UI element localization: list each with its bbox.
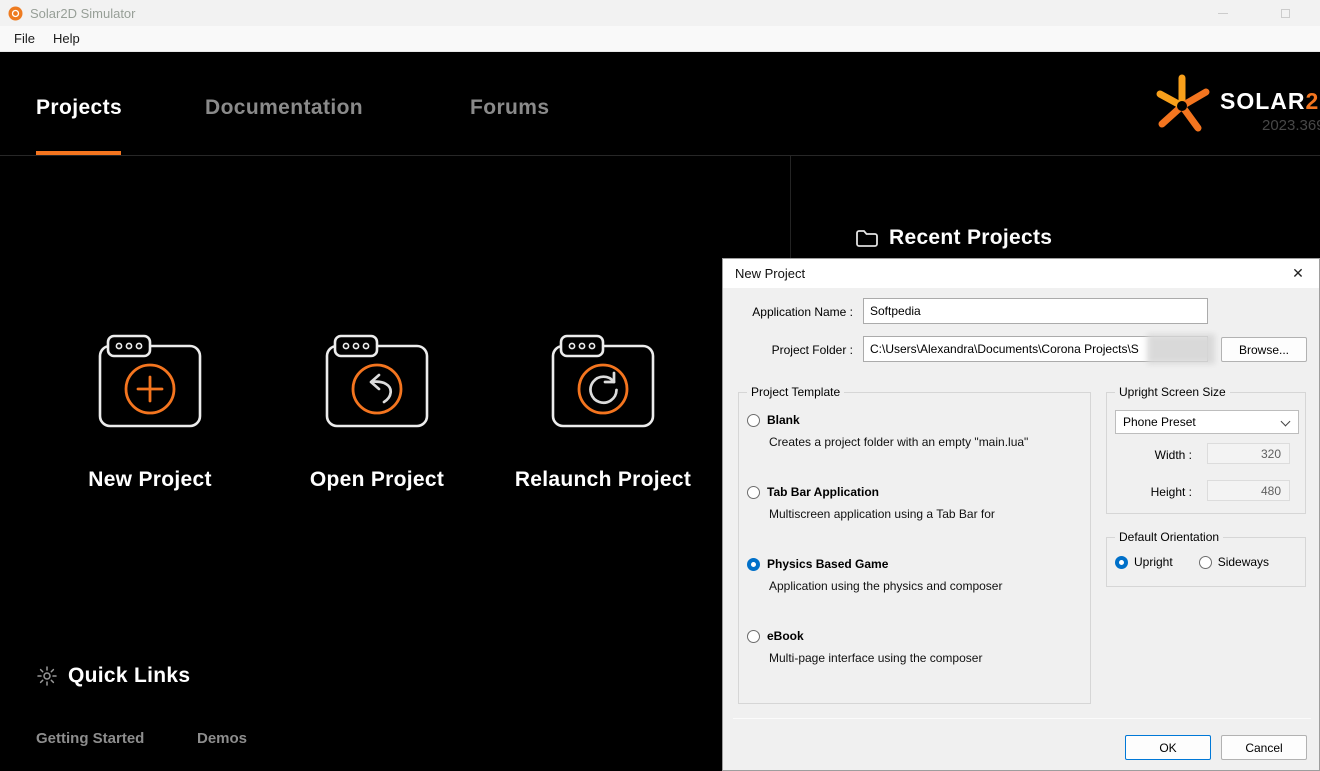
orientation-option-upright[interactable]: Upright — [1115, 555, 1173, 569]
default-orientation-title: Default Orientation — [1115, 530, 1223, 544]
height-label: Height : — [1115, 485, 1192, 499]
open-project-icon — [322, 332, 432, 432]
template-option-ebook-label: eBook — [767, 629, 804, 643]
nav-divider — [0, 155, 1320, 156]
close-icon: ✕ — [1292, 265, 1304, 282]
quick-links-header: Quick Links — [36, 664, 190, 688]
template-option-ebook-desc: Multi-page interface using the composer — [769, 651, 1084, 665]
upright-screen-size-title: Upright Screen Size — [1115, 385, 1230, 399]
template-option-ebook[interactable]: eBook Multi-page interface using the com… — [747, 629, 1084, 665]
dialog-separator — [733, 718, 1311, 719]
os-titlebar: Solar2D Simulator — [0, 0, 1320, 26]
open-project-card[interactable]: Open Project — [282, 332, 472, 492]
radio-blank[interactable] — [747, 414, 760, 427]
template-option-blank-label: Blank — [767, 413, 800, 427]
template-option-tab-bar[interactable]: Tab Bar Application Multiscreen applicat… — [747, 485, 1084, 521]
link-demos[interactable]: Demos — [197, 730, 247, 747]
minimize-icon — [1218, 13, 1228, 14]
project-folder-label: Project Folder : — [723, 343, 853, 357]
tab-documentation[interactable]: Documentation — [205, 96, 363, 120]
dialog-title: New Project — [735, 266, 805, 281]
new-project-label: New Project — [88, 468, 212, 492]
radio-ebook[interactable] — [747, 630, 760, 643]
radio-upright[interactable] — [1115, 556, 1128, 569]
radio-tab-bar[interactable] — [747, 486, 760, 499]
new-project-dialog: New Project ✕ Application Name : Project… — [722, 258, 1320, 771]
application-name-label: Application Name : — [723, 305, 853, 319]
width-field: 320 — [1207, 443, 1290, 464]
tab-projects[interactable]: Projects — [36, 96, 122, 120]
new-project-card[interactable]: New Project — [55, 332, 245, 492]
solar2d-logo-icon — [1152, 72, 1214, 134]
redaction-blur — [1147, 334, 1215, 364]
application-name-input[interactable] — [863, 298, 1208, 324]
version-text: 2023.369 — [1262, 117, 1320, 134]
app-icon — [8, 6, 23, 21]
dialog-close-button[interactable]: ✕ — [1277, 259, 1319, 288]
quick-links-icon — [36, 665, 58, 687]
recent-projects-title: Recent Projects — [889, 226, 1052, 250]
browse-button[interactable]: Browse... — [1221, 337, 1307, 362]
template-option-physics[interactable]: Physics Based Game Application using the… — [747, 557, 1084, 593]
radio-physics[interactable] — [747, 558, 760, 571]
template-option-blank-desc: Creates a project folder with an empty "… — [769, 435, 1084, 449]
ok-button[interactable]: OK — [1125, 735, 1211, 760]
orientation-sideways-label: Sideways — [1218, 555, 1269, 569]
template-option-blank[interactable]: Blank Creates a project folder with an e… — [747, 413, 1084, 449]
radio-sideways[interactable] — [1199, 556, 1212, 569]
screen-preset-select[interactable]: Phone Preset — [1115, 410, 1299, 434]
template-option-physics-desc: Application using the physics and compos… — [769, 579, 1084, 593]
minimize-button[interactable] — [1206, 0, 1240, 26]
relaunch-project-card[interactable]: Relaunch Project — [508, 332, 698, 492]
new-project-icon — [95, 332, 205, 432]
default-orientation-group: Default Orientation Upright Sideways — [1106, 537, 1306, 587]
window-title: Solar2D Simulator — [30, 6, 136, 21]
menu-item-help[interactable]: Help — [44, 27, 89, 50]
height-field: 480 — [1207, 480, 1290, 501]
quick-links-title: Quick Links — [68, 664, 190, 688]
upright-screen-size-group: Upright Screen Size Phone Preset Width :… — [1106, 392, 1306, 514]
project-template-group: Project Template Blank Creates a project… — [738, 392, 1091, 704]
screen-preset-value: Phone Preset — [1123, 415, 1196, 429]
solar2d-logo-text: SOLAR2D — [1220, 88, 1320, 115]
recent-projects-header: Recent Projects — [855, 226, 1052, 250]
cancel-button[interactable]: Cancel — [1221, 735, 1307, 760]
template-option-physics-label: Physics Based Game — [767, 557, 888, 571]
menubar: File Help — [0, 26, 1320, 52]
template-option-tab-bar-desc: Multiscreen application using a Tab Bar … — [769, 507, 1084, 521]
open-project-label: Open Project — [310, 468, 444, 492]
relaunch-project-label: Relaunch Project — [515, 468, 691, 492]
template-option-tab-bar-label: Tab Bar Application — [767, 485, 879, 499]
link-getting-started[interactable]: Getting Started — [36, 730, 144, 747]
chevron-down-icon — [1281, 417, 1291, 427]
orientation-upright-label: Upright — [1134, 555, 1173, 569]
menu-item-file[interactable]: File — [5, 27, 44, 50]
dialog-titlebar: New Project — [723, 259, 1319, 288]
solar2d-simulator-window: Solar2D Simulator File Help Projects Doc… — [0, 0, 1320, 771]
logo-brand-white: SOLAR — [1220, 88, 1306, 114]
logo-brand-orange: 2D — [1306, 88, 1320, 114]
tab-forums[interactable]: Forums — [470, 96, 549, 120]
folder-icon — [855, 229, 879, 248]
maximize-icon — [1281, 9, 1290, 18]
width-label: Width : — [1115, 448, 1192, 462]
maximize-button[interactable] — [1268, 0, 1302, 26]
orientation-option-sideways[interactable]: Sideways — [1199, 555, 1269, 569]
relaunch-project-icon — [548, 332, 658, 432]
project-template-group-title: Project Template — [747, 385, 844, 399]
